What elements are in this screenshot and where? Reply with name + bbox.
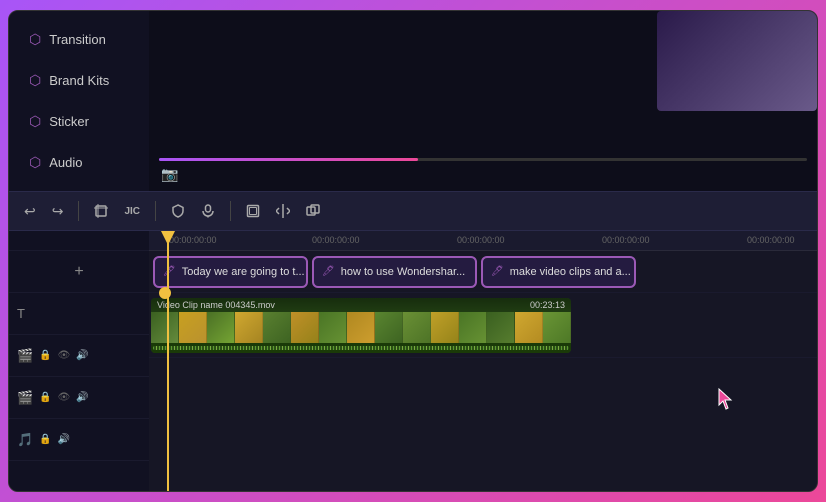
video-clip-header: Video Clip name 004345.mov 00:23:13: [151, 298, 571, 312]
audio-track-row: 🎵 🔒 🔊: [9, 419, 149, 461]
sidebar-item-audio[interactable]: ⬡ Audio: [15, 144, 143, 181]
frame-5: [263, 312, 291, 343]
text-track-row: T: [9, 293, 149, 335]
video-icon-1: 🎬: [17, 348, 33, 364]
toolbar-divider-3: [230, 201, 231, 221]
time-mark-1: 00:00:00:00: [312, 235, 360, 245]
toolbar-divider-1: [78, 201, 79, 221]
time-mark-0: 00:00:00:00: [169, 235, 217, 245]
sidebar-item-sticker[interactable]: ⬡ Sticker: [15, 103, 143, 140]
preview-area: 📷: [149, 11, 817, 191]
timeline-content: 00:00:00:00 00:00:00:00 00:00:00:00 00:0…: [149, 231, 817, 491]
track-controls: + T 🎬 🔒 👁 🔊 🎬 🔒 👁 🔊 🎵 🔒 🔊: [9, 231, 149, 491]
progress-fill: [159, 158, 418, 161]
video-track-row-2: 🎬 🔒 👁 🔊: [9, 377, 149, 419]
shield-button[interactable]: [166, 200, 190, 222]
sidebar-item-transition-label: Transition: [49, 32, 106, 47]
mic-button[interactable]: [196, 200, 220, 222]
camera-icon: 📷: [161, 166, 178, 183]
timeline-section: + T 🎬 🔒 👁 🔊 🎬 🔒 👁 🔊 🎵 🔒 🔊: [9, 231, 817, 491]
frame-10: [403, 312, 431, 343]
frame-2: [179, 312, 207, 343]
playhead: [167, 231, 169, 491]
video-icon-2: 🎬: [17, 390, 33, 406]
time-ruler: 00:00:00:00 00:00:00:00 00:00:00:00 00:0…: [149, 231, 817, 251]
add-track-row[interactable]: +: [9, 251, 149, 293]
audio-sound-icon[interactable]: 🔊: [58, 434, 70, 445]
duplicate-button[interactable]: [301, 200, 325, 222]
frame-1: [151, 312, 179, 343]
frame-9: [375, 312, 403, 343]
toolbar-divider-2: [155, 201, 156, 221]
time-mark-3: 00:00:00:00: [602, 235, 650, 245]
split-button[interactable]: [271, 200, 295, 222]
chip-icon-3: 🖊: [491, 266, 504, 277]
sound-icon-1[interactable]: 🔊: [76, 350, 88, 361]
chip-text-1: Today we are going to t...: [182, 266, 305, 278]
audio-note-icon: 🎵: [17, 432, 33, 448]
frame-8: [347, 312, 375, 343]
preview-video: [657, 11, 817, 111]
subtitle-chip-3[interactable]: 🖊 make video clips and a...: [481, 256, 636, 288]
video-clip-duration: 00:23:13: [530, 300, 565, 310]
audio-icon: ⬡: [29, 154, 41, 171]
video-track: Video Clip name 004345.mov 00:23:13: [149, 293, 817, 358]
sidebar-item-transition[interactable]: ⬡ Transition: [15, 21, 143, 58]
sidebar: ⬡ Transition ⬡ Brand Kits ⬡ Sticker ⬡ Au…: [9, 11, 149, 191]
add-track-button[interactable]: +: [70, 259, 87, 285]
frame-12: [459, 312, 487, 343]
eye-icon-2[interactable]: 👁: [58, 392, 71, 403]
frame-4: [235, 312, 263, 343]
audio-lock-icon[interactable]: 🔒: [39, 434, 51, 445]
chip-text-2: how to use Wondershar...: [341, 266, 466, 278]
frame-13: [487, 312, 515, 343]
frame-14: [515, 312, 543, 343]
playhead-circle: [159, 287, 171, 299]
brand-kits-icon: ⬡: [29, 72, 41, 89]
audio-track: [149, 358, 817, 400]
speed-button[interactable]: JIC: [119, 202, 145, 221]
text-track-icon: T: [17, 306, 25, 321]
redo-button[interactable]: ↪: [47, 199, 69, 224]
waveform-line: [153, 346, 569, 350]
frame-6: [291, 312, 319, 343]
toolbar: ↩ ↪ JIC: [9, 191, 817, 231]
sidebar-item-sticker-label: Sticker: [49, 114, 89, 129]
time-ruler-control: [9, 231, 149, 251]
top-section: ⬡ Transition ⬡ Brand Kits ⬡ Sticker ⬡ Au…: [9, 11, 817, 191]
progress-bar: [159, 158, 807, 161]
chip-icon-1: 🖊: [163, 266, 176, 277]
time-mark-4: 00:00:00:00: [747, 235, 795, 245]
chip-text-3: make video clips and a...: [510, 266, 631, 278]
video-frames: [151, 312, 571, 343]
sidebar-item-brand-label: Brand Kits: [49, 73, 109, 88]
lock-icon-2[interactable]: 🔒: [39, 392, 51, 403]
subtitle-track: 🖊 Today we are going to t... 🖊 how to us…: [149, 251, 817, 293]
transition-icon: ⬡: [29, 31, 41, 48]
sidebar-item-brand-kits[interactable]: ⬡ Brand Kits: [15, 62, 143, 99]
lock-icon-1[interactable]: 🔒: [39, 350, 51, 361]
frame-button[interactable]: [241, 200, 265, 222]
crop-button[interactable]: [89, 200, 113, 222]
frame-7: [319, 312, 347, 343]
frame-3: [207, 312, 235, 343]
video-clip[interactable]: Video Clip name 004345.mov 00:23:13: [151, 298, 571, 353]
frame-11: [431, 312, 459, 343]
eye-icon-1[interactable]: 👁: [58, 350, 71, 361]
subtitle-chip-2[interactable]: 🖊 how to use Wondershar...: [312, 256, 477, 288]
undo-button[interactable]: ↩: [19, 199, 41, 224]
waveform: [151, 343, 571, 353]
sidebar-item-audio-label: Audio: [49, 155, 82, 170]
app-window: ⬡ Transition ⬡ Brand Kits ⬡ Sticker ⬡ Au…: [8, 10, 818, 492]
time-mark-2: 00:00:00:00: [457, 235, 505, 245]
sound-icon-2[interactable]: 🔊: [76, 392, 88, 403]
subtitle-chip-1[interactable]: 🖊 Today we are going to t...: [153, 256, 308, 288]
sticker-icon: ⬡: [29, 113, 41, 130]
frame-15: [543, 312, 571, 343]
chip-icon-2: 🖊: [322, 266, 335, 277]
video-track-row-1: 🎬 🔒 👁 🔊: [9, 335, 149, 377]
video-clip-name: Video Clip name 004345.mov: [157, 300, 275, 310]
